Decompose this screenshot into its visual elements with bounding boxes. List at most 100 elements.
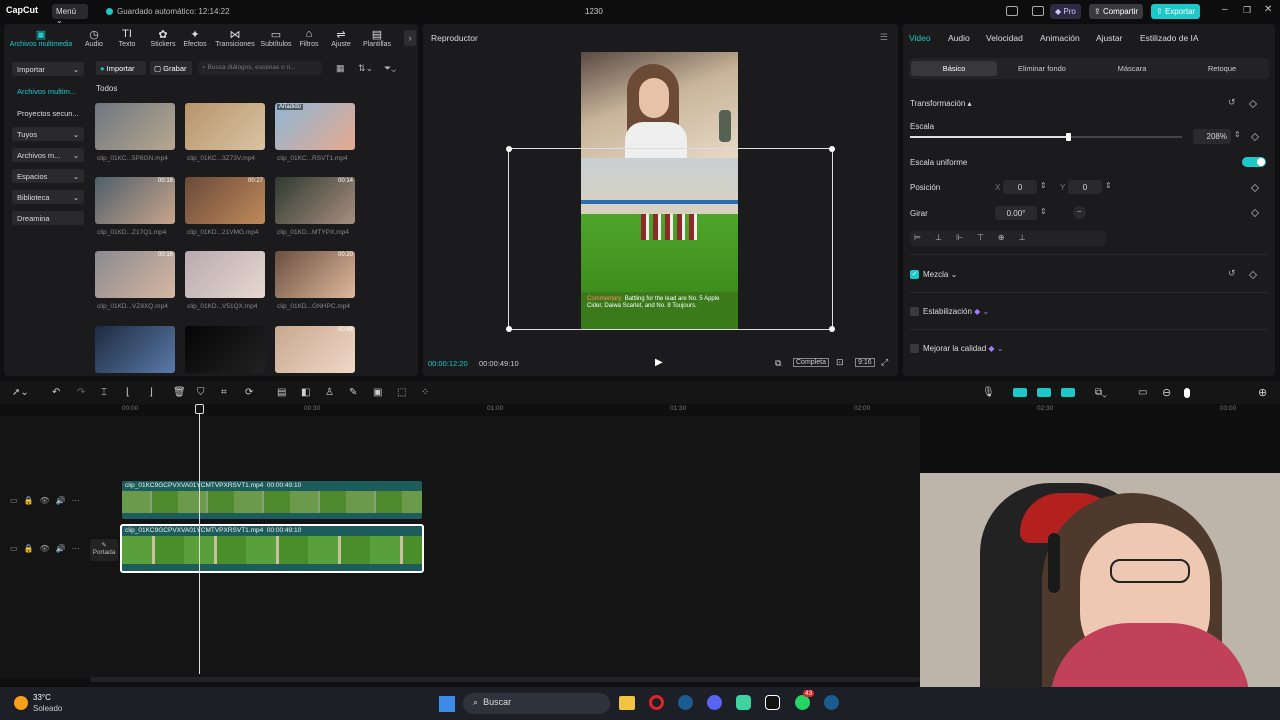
media-thumbnail[interactable]: 00:20 [275,251,355,298]
media-thumbnail[interactable]: 00:27 [185,177,265,224]
position-x-input[interactable]: 0 [1003,180,1037,194]
reset-icon[interactable]: ↺ [1228,97,1236,108]
media-thumbnail[interactable] [95,326,175,373]
tab-media[interactable]: ▣ Archivos multimedia [8,28,74,48]
keyframe-icon[interactable] [1250,132,1260,142]
preview-axis-icon[interactable]: ⧉⌄ [1095,387,1107,398]
zoom-out-icon[interactable]: ⊖ [1162,386,1171,399]
tab-adjust-props[interactable]: Ajustar [1096,33,1122,43]
capcut-icon[interactable] [765,695,780,710]
crop-tool-icon[interactable]: ⌗ [221,387,227,398]
tab-transitions[interactable]: ⋈ Transiciones [212,28,258,48]
split-icon[interactable]: ⌶ [101,387,107,398]
marker-icon[interactable]: ⛉ [197,387,205,398]
media-thumbnail[interactable] [95,103,175,150]
resize-handle[interactable] [506,146,512,152]
zoom-slider-knob[interactable] [1184,388,1190,398]
sidebar-item-import[interactable]: Importar ⌄ [12,62,84,76]
export-button[interactable]: ⇧ Exportar [1151,4,1201,19]
playhead[interactable] [195,404,204,674]
playhead-handle[interactable] [195,404,204,414]
keyframe-icon[interactable] [1250,183,1260,193]
search-input[interactable]: ⌕ Busca diálogos, escenas o n... [198,61,322,75]
restore-icon[interactable]: ❐ [1243,5,1251,16]
timeline-ruler[interactable]: 00:00 00:30 01:00 01:30 02:00 02:30 03:0… [90,404,1280,416]
shortcuts-icon[interactable] [1032,6,1044,16]
reset-icon[interactable]: ↺ [1228,268,1236,279]
caption-tool-icon[interactable]: ▣ [373,387,382,398]
cover-button[interactable]: ✎ Portada [90,539,118,561]
filter-icon[interactable]: ⏷⌄ [384,63,396,74]
track-controls[interactable]: ▭🔒👁🔊⋯ [10,496,86,505]
subtab-basic[interactable]: Básico [911,61,997,76]
stepper-icon[interactable]: ⇕ [1234,130,1241,139]
chevron-right-icon[interactable]: › [404,30,416,46]
select-tool-icon[interactable]: ➚⌄ [12,387,29,398]
fullscreen-icon[interactable]: ⤢ [881,357,888,368]
crop-icon[interactable]: ⧉ [775,358,781,369]
taskbar-search[interactable]: ⌕ Buscar [463,693,610,714]
keyframe-icon[interactable] [1250,208,1260,218]
tab-templates[interactable]: ▤ Plantillas [358,28,396,48]
windows-start-icon[interactable] [439,696,455,712]
rotate-dial-icon[interactable]: – [1073,206,1086,219]
microphone-icon[interactable]: 🎙 [982,387,995,398]
overlay-clip[interactable]: clip_01KC9GCPVXVA01YCMTVPXRSVT1.mp4 00:0… [122,481,422,519]
timeline-scrollbar[interactable] [90,677,920,682]
magic-icon[interactable]: ✎ [349,387,357,398]
snap-icon[interactable] [1061,388,1075,397]
speed-icon[interactable]: ⟳ [245,387,253,398]
play-icon[interactable]: ▶ [655,357,663,368]
media-thumbnail[interactable] [185,103,265,150]
keyframe-icon[interactable] [1248,99,1258,109]
opera-icon[interactable] [649,695,664,710]
delete-icon[interactable]: 🗑 [173,387,186,398]
resize-handle[interactable] [506,326,512,332]
media-thumbnail[interactable] [185,251,265,298]
steam-icon[interactable] [824,695,839,710]
main-clip[interactable]: clip_01KC9GCPVXVA01YCMTVPXRSVT1.mp4 00:0… [120,524,424,573]
snapshot-icon[interactable]: ⊡ [836,357,844,368]
player-menu-icon[interactable]: ☰ [880,32,888,43]
sort-icon[interactable]: ⇅⌄ [358,63,373,74]
tab-ai-style[interactable]: Estilizado de IA [1140,33,1199,43]
pro-button[interactable]: ◆ Pro [1050,4,1081,19]
discord-icon[interactable] [707,695,722,710]
sidebar-item-yours[interactable]: Tuyos ⌄ [12,127,84,141]
resize-handle[interactable] [829,326,835,332]
import-button[interactable]: ● Importar [96,61,146,75]
stepper-icon[interactable]: ⇕ [1040,207,1047,216]
record-button[interactable]: ▢ Grabar [150,61,192,75]
subtab-mask[interactable]: Máscara [1089,61,1175,76]
media-thumbnail[interactable]: 00:16 [95,177,175,224]
tab-text[interactable]: TI Texto [110,28,144,48]
stepper-icon[interactable]: ⇕ [1105,181,1112,190]
tab-video[interactable]: Video [909,33,931,43]
tab-filters[interactable]: ⌂ Filtros [292,28,326,48]
zoom-in-icon[interactable]: ⊕ [1258,386,1267,399]
blend-checkbox[interactable]: ✓ [910,270,919,279]
tab-audio-props[interactable]: Audio [948,33,970,43]
stabilize-checkbox[interactable] [910,307,919,316]
link-icon[interactable] [1037,388,1051,397]
media-thumbnail[interactable]: 00:46 [275,326,355,373]
matting-icon[interactable]: ♙ [325,387,334,398]
scale-knob[interactable] [1065,133,1071,141]
tab-speed[interactable]: Velocidad [986,33,1023,43]
position-y-input[interactable]: 0 [1068,180,1102,194]
selection-box[interactable] [506,146,835,332]
subtab-remove-bg[interactable]: Eliminar fondo [999,61,1085,76]
freeze-icon[interactable]: ▤ [277,387,286,398]
resize-handle[interactable] [829,146,835,152]
sidebar-item-library[interactable]: Biblioteca ⌄ [12,190,84,204]
menu-button[interactable]: Menú ⌄ [52,4,88,25]
tab-adjust[interactable]: ⇌ Ajuste [324,28,358,48]
tab-effects[interactable]: ✦ Efectos [178,28,212,48]
tab-stickers[interactable]: ✿ Stickers [146,28,180,48]
file-explorer-icon[interactable] [619,696,635,710]
mirror-icon[interactable]: ◧ [301,387,310,398]
align-toolbar[interactable]: ⊨⊥⊩⊤⊕⊥ [910,231,1106,246]
close-icon[interactable]: ✕ [1264,4,1272,15]
sidebar-item-files[interactable]: Archivos m... ⌄ [12,148,84,162]
layout-icon[interactable] [1006,6,1018,16]
